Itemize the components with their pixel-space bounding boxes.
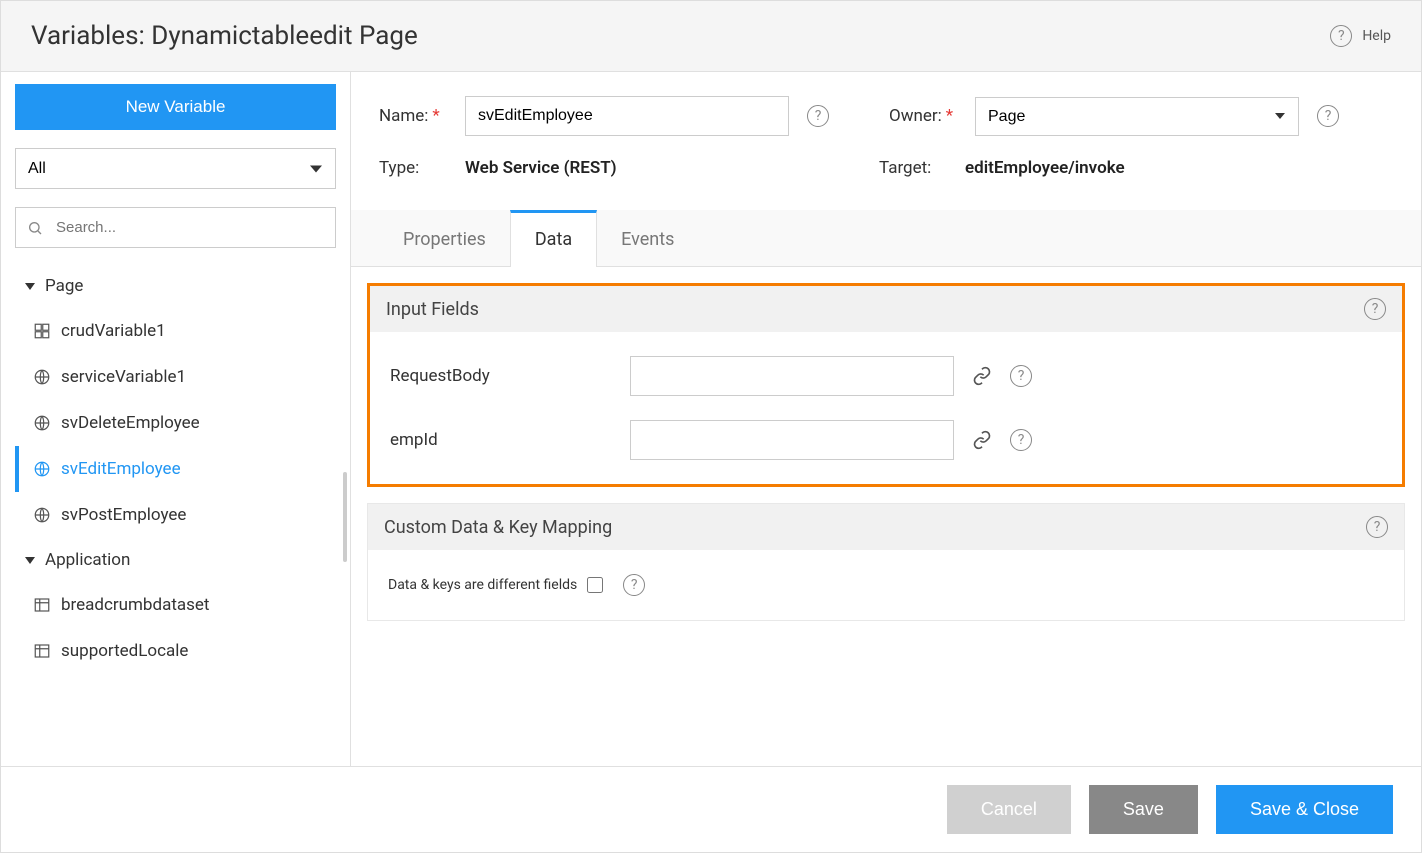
tree-group-application[interactable]: Application	[15, 538, 336, 582]
tree-item-crudvariable1[interactable]: crudVariable1	[15, 308, 336, 354]
custom-mapping-title: Custom Data & Key Mapping	[384, 517, 612, 538]
custom-mapping-panel: Custom Data & Key Mapping ? Data & keys …	[367, 503, 1405, 621]
name-label: Name:*	[379, 106, 440, 126]
web-icon	[33, 460, 51, 478]
search-icon	[27, 220, 43, 236]
web-icon	[33, 368, 51, 386]
tree-item-supportedlocale[interactable]: supportedLocale	[15, 628, 336, 674]
row-type-target: Type: Web Service (REST) Target: editEmp…	[379, 158, 1393, 178]
owner-select[interactable]: Page	[975, 97, 1299, 136]
help-label: Help	[1362, 28, 1391, 44]
tree-item-breadcrumbdataset[interactable]: breadcrumbdataset	[15, 582, 336, 628]
requestbody-input[interactable]	[630, 356, 954, 396]
tab-properties[interactable]: Properties	[379, 210, 510, 266]
field-label: RequestBody	[390, 366, 630, 386]
panel-area: Input Fields ? RequestBody ? empId	[351, 267, 1421, 766]
save-close-button[interactable]: Save & Close	[1216, 785, 1393, 834]
crud-icon	[33, 322, 51, 340]
field-label: empId	[390, 430, 630, 450]
help-icon[interactable]: ?	[1317, 105, 1339, 127]
panel-header: Input Fields ?	[370, 286, 1402, 332]
web-icon	[33, 506, 51, 524]
dataset-icon	[33, 596, 51, 614]
bind-icon[interactable]	[972, 430, 992, 450]
filter-select-wrap: All	[15, 148, 336, 189]
checkbox-row: Data & keys are different fields ?	[388, 562, 1384, 608]
type-value: Web Service (REST)	[465, 158, 617, 178]
row-name-owner: Name:* ? Owner:* Page ?	[379, 96, 1393, 136]
field-row-empid: empId ?	[390, 408, 1382, 472]
web-icon	[33, 414, 51, 432]
name-input[interactable]	[465, 96, 789, 136]
empid-input[interactable]	[630, 420, 954, 460]
panel-header: Custom Data & Key Mapping ?	[368, 504, 1404, 550]
cancel-button[interactable]: Cancel	[947, 785, 1071, 834]
checkbox-label: Data & keys are different fields	[388, 577, 577, 593]
tree-item-sveditemployee[interactable]: svEditEmployee	[15, 446, 336, 492]
field-row-requestbody: RequestBody ?	[390, 344, 1382, 408]
variables-dialog: Variables: Dynamictableedit Page ? Help …	[0, 0, 1422, 853]
tree-item-servicevariable1[interactable]: serviceVariable1	[15, 354, 336, 400]
dialog-header: Variables: Dynamictableedit Page ? Help	[1, 1, 1421, 72]
save-button[interactable]: Save	[1089, 785, 1198, 834]
panel-body: Data & keys are different fields ?	[368, 550, 1404, 620]
search-input[interactable]	[15, 207, 336, 248]
help-icon[interactable]: ?	[1366, 516, 1388, 538]
help-icon: ?	[1330, 25, 1352, 47]
scrollbar[interactable]	[343, 472, 347, 562]
dialog-body: New Variable All Page crudV	[1, 72, 1421, 766]
sidebar: New Variable All Page crudV	[1, 72, 351, 766]
tree-item-svdeleteemployee[interactable]: svDeleteEmployee	[15, 400, 336, 446]
target-value: editEmployee/invoke	[965, 158, 1125, 178]
help-icon[interactable]: ?	[1010, 365, 1032, 387]
input-fields-panel: Input Fields ? RequestBody ? empId	[367, 283, 1405, 487]
search-wrap	[15, 207, 336, 248]
variable-tree: Page crudVariable1 serviceVariable1 svDe…	[15, 264, 336, 766]
tab-events[interactable]: Events	[597, 210, 698, 266]
caret-down-icon	[25, 283, 35, 290]
new-variable-button[interactable]: New Variable	[15, 84, 336, 130]
help-icon[interactable]: ?	[1364, 298, 1386, 320]
panel-body: RequestBody ? empId ?	[370, 332, 1402, 484]
dialog-title: Variables: Dynamictableedit Page	[31, 21, 418, 51]
tab-data[interactable]: Data	[510, 210, 597, 267]
different-fields-checkbox[interactable]	[587, 577, 603, 593]
type-label: Type:	[379, 158, 419, 178]
dialog-footer: Cancel Save Save & Close	[1, 766, 1421, 852]
bind-icon[interactable]	[972, 366, 992, 386]
main-panel: Name:* ? Owner:* Page ?	[351, 72, 1421, 766]
input-fields-title: Input Fields	[386, 299, 479, 320]
target-label: Target:	[879, 158, 931, 178]
dataset-icon	[33, 642, 51, 660]
tree-item-svpostemployee[interactable]: svPostEmployee	[15, 492, 336, 538]
tabs: Properties Data Events	[351, 210, 1421, 267]
tree-group-page[interactable]: Page	[15, 264, 336, 308]
help-icon[interactable]: ?	[623, 574, 645, 596]
caret-down-icon	[25, 557, 35, 564]
filter-select[interactable]: All	[15, 148, 336, 189]
help-icon[interactable]: ?	[807, 105, 829, 127]
form-top: Name:* ? Owner:* Page ?	[351, 72, 1421, 210]
help-link[interactable]: ? Help	[1330, 25, 1391, 47]
help-icon[interactable]: ?	[1010, 429, 1032, 451]
owner-label: Owner:*	[889, 106, 953, 126]
